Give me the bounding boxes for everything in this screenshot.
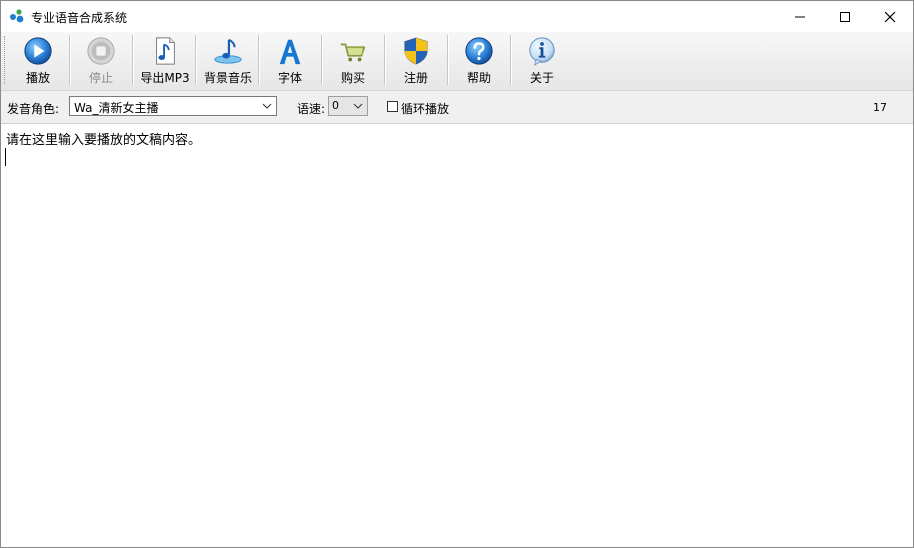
minimize-button[interactable] [777, 1, 823, 32]
export-mp3-label: 导出MP3 [140, 71, 190, 85]
help-label: 帮助 [466, 71, 491, 85]
stop-label: 停止 [88, 71, 113, 85]
toolbar-separator [384, 35, 386, 85]
play-label: 播放 [25, 71, 50, 85]
help-button[interactable]: 帮助 [452, 34, 506, 86]
play-icon [24, 37, 52, 65]
play-button[interactable]: 播放 [11, 34, 65, 86]
maximize-icon [840, 11, 850, 22]
font-button[interactable]: 字体 [263, 34, 317, 86]
shield-icon [404, 37, 428, 65]
toolbar: 播放 停止 导出MP3 背景音乐 字体 购买 注册 帮助 关于 [1, 32, 913, 91]
register-label: 注册 [403, 71, 428, 85]
music-note-icon [156, 37, 175, 65]
close-icon [884, 11, 896, 22]
title-bar[interactable]: 专业语音合成系统 [1, 1, 913, 32]
background-music-label: 背景音乐 [203, 71, 252, 85]
buy-button[interactable]: 购买 [326, 34, 380, 86]
toolbar-separator [258, 35, 260, 85]
toolbar-separator [447, 35, 449, 85]
toolbar-separator [132, 35, 134, 85]
chevron-down-icon [262, 103, 272, 109]
info-icon [529, 37, 555, 66]
stop-icon [87, 37, 115, 65]
about-button[interactable]: 关于 [515, 34, 569, 86]
speed-select-value: 0 [332, 99, 339, 112]
buy-label: 购买 [340, 71, 365, 85]
loop-checkbox[interactable] [387, 101, 398, 112]
window-title: 专业语音合成系统 [31, 11, 128, 25]
toolbar-grip[interactable] [4, 36, 8, 84]
voice-select[interactable]: Wa_清新女主播 [69, 96, 277, 116]
export-mp3-button[interactable]: 导出MP3 [137, 34, 193, 86]
voice-label: 发音角色: [7, 102, 60, 116]
editor-content[interactable]: 请在这里输入要播放的文稿内容。 [6, 129, 201, 148]
close-button[interactable] [867, 1, 913, 32]
music-disc-icon [214, 38, 242, 64]
text-caret [5, 148, 6, 166]
chevron-down-icon [353, 103, 363, 109]
font-icon [279, 39, 301, 65]
app-logo-icon [10, 9, 24, 23]
register-button[interactable]: 注册 [389, 34, 443, 86]
about-label: 关于 [529, 71, 554, 85]
options-bar: 发音角色: Wa_清新女主播 语速: 0 循环播放 17 [1, 91, 913, 124]
toolbar-separator [195, 35, 197, 85]
toolbar-separator [69, 35, 71, 85]
toolbar-separator [321, 35, 323, 85]
stop-button[interactable]: 停止 [74, 34, 128, 86]
app-window: 专业语音合成系统 播放 停止 导出MP3 背景音乐 字体 购买 注册 帮助 关于… [0, 0, 914, 548]
toolbar-separator [510, 35, 512, 85]
loop-label[interactable]: 循环播放 [401, 100, 449, 117]
background-music-button[interactable]: 背景音乐 [200, 34, 256, 86]
speed-label: 语速: [297, 102, 326, 116]
voice-select-value: Wa_清新女主播 [74, 101, 159, 115]
text-editor[interactable]: 请在这里输入要播放的文稿内容。 [1, 124, 913, 547]
cart-icon [340, 43, 366, 62]
character-count: 17 [873, 101, 887, 114]
minimize-icon [795, 16, 805, 17]
font-label: 字体 [277, 71, 302, 85]
speed-select[interactable]: 0 [328, 96, 368, 116]
maximize-button[interactable] [822, 1, 868, 32]
help-icon [465, 37, 493, 65]
